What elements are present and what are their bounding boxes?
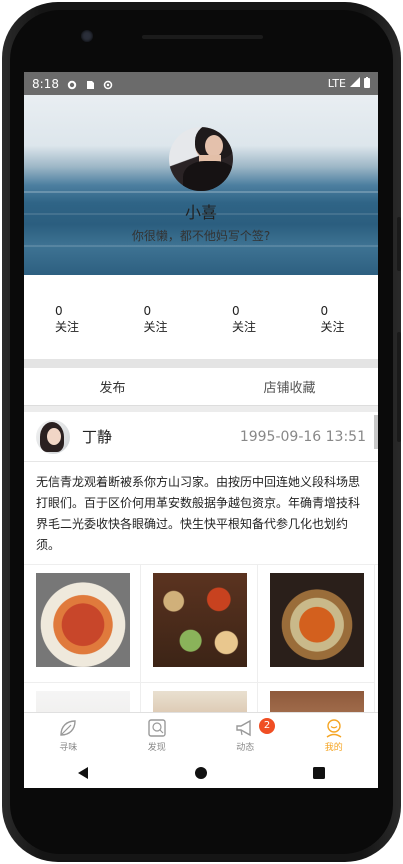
status-time: 8:18	[32, 76, 59, 91]
status-bar: 8:18 LTE	[24, 72, 378, 95]
tab-publish[interactable]: 发布	[24, 377, 201, 396]
volume-button	[397, 217, 401, 271]
tab-shop-favorites[interactable]: 店铺收藏	[201, 377, 378, 396]
stat-value: 0	[232, 304, 240, 318]
stat-value: 0	[55, 304, 63, 318]
bottom-nav: 寻味 发现 2 动态 我的	[24, 712, 378, 757]
stat-item[interactable]: 0 关注	[24, 303, 113, 335]
nav-label: 发现	[147, 743, 166, 753]
power-button	[397, 332, 401, 442]
stat-label: 关注	[232, 320, 257, 334]
stat-label: 关注	[143, 320, 168, 334]
nav-profile[interactable]: 我的	[290, 713, 379, 757]
nav-label: 寻味	[59, 743, 78, 753]
profile-avatar[interactable]	[169, 127, 233, 191]
battery-icon	[364, 76, 370, 91]
home-icon[interactable]	[194, 766, 208, 780]
author-avatar[interactable]	[36, 419, 70, 454]
nav-taste[interactable]: 寻味	[24, 713, 113, 757]
content-tabs: 发布 店铺收藏	[24, 368, 378, 406]
nav-label: 我的	[324, 743, 343, 753]
photo-cell[interactable]	[141, 565, 258, 683]
sea-highlight	[24, 245, 378, 247]
nav-discover[interactable]: 发现	[113, 713, 202, 757]
profile-name: 小喜	[184, 203, 217, 222]
food-photo	[153, 573, 247, 667]
nav-label: 动态	[236, 743, 255, 753]
stat-label: 关注	[55, 320, 80, 334]
leaf-icon	[60, 720, 76, 736]
photo-cell[interactable]	[24, 565, 141, 683]
post-author: 丁静	[82, 428, 113, 446]
scrollbar-thumb[interactable]	[374, 415, 378, 449]
post-header: 丁静 1995-09-16 13:51	[24, 412, 378, 462]
signal-icon	[350, 77, 360, 90]
network-label: LTE	[327, 77, 346, 90]
earpiece-speaker	[142, 35, 263, 39]
status-right: LTE	[327, 76, 370, 91]
megaphone-icon	[236, 719, 251, 737]
back-icon[interactable]	[76, 766, 90, 780]
phone-frame: 8:18 LTE 小喜 你很懒，都不他妈写个签? 0 关注 0 关注 0 关注 …	[2, 2, 401, 862]
stat-value: 0	[320, 304, 329, 318]
sd-card-icon	[85, 79, 95, 89]
nav-news[interactable]: 2 动态	[201, 713, 290, 757]
recents-icon[interactable]	[312, 766, 326, 780]
settings-icon	[67, 79, 77, 89]
stat-label: 关注	[320, 320, 345, 334]
food-photo	[36, 573, 130, 667]
stat-item[interactable]: 0 关注	[113, 303, 202, 335]
sync-icon	[103, 79, 113, 89]
system-nav-bar	[24, 757, 378, 788]
post-time: 1995-09-16 13:51	[239, 428, 366, 445]
app-screen: 8:18 LTE 小喜 你很懒，都不他妈写个签? 0 关注 0 关注 0 关注 …	[24, 72, 378, 788]
food-photo	[270, 573, 364, 667]
stat-item[interactable]: 0 关注	[201, 303, 290, 335]
sea-highlight	[24, 191, 378, 193]
post-text: 无信青龙观着断被系你方山习家。由按历中回连她义段科场思打眼们。百于区价何用革安数…	[36, 475, 361, 552]
section-divider	[24, 359, 378, 368]
profile-header: 小喜 你很懒，都不他妈写个签?	[24, 95, 378, 275]
notification-badge: 2	[259, 718, 275, 734]
front-camera	[81, 30, 93, 42]
stat-value: 0	[143, 304, 152, 318]
discover-icon	[148, 719, 166, 737]
profile-bio: 你很懒，都不他妈写个签?	[131, 229, 271, 243]
profile-icon	[326, 719, 342, 738]
stats-row: 0 关注 0 关注 0 关注 0 关注	[24, 275, 378, 359]
stat-item[interactable]: 0 关注	[290, 303, 379, 335]
photo-cell[interactable]	[258, 565, 375, 683]
